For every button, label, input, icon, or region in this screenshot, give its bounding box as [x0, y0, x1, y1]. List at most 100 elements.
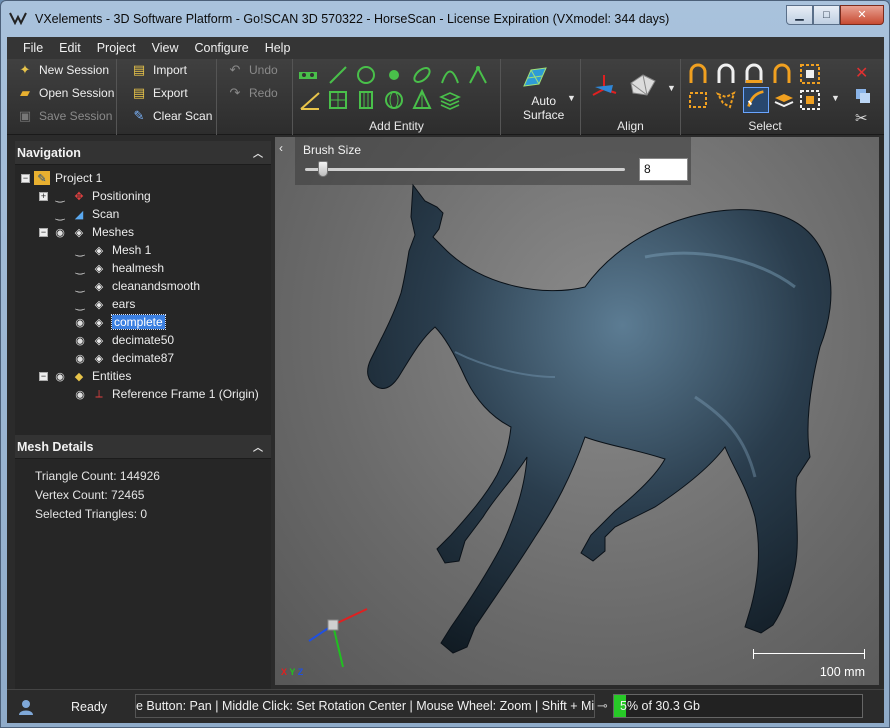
tree-node-reference-frame[interactable]: ◉ ⟂ Reference Frame 1 (Origin) — [72, 385, 259, 403]
tree-node-positioning[interactable]: + ‿ ✥ Positioning — [39, 187, 151, 205]
title-bar[interactable]: VXelements - 3D Software Platform - Go!S… — [1, 1, 889, 37]
brush-select-icon[interactable] — [743, 87, 769, 113]
eye-icon[interactable]: ◉ — [72, 388, 88, 401]
horse-mesh[interactable] — [315, 177, 855, 677]
app-window: VXelements - 3D Software Platform - Go!S… — [0, 0, 890, 728]
tree-node-complete[interactable]: ◉ ◈ complete — [72, 313, 166, 331]
redo-button[interactable]: ↷ Redo — [227, 85, 278, 101]
minimize-button[interactable]: ▁ — [786, 5, 813, 25]
close-button[interactable]: ✕ — [840, 5, 884, 25]
delete-icon[interactable]: ✕ — [855, 63, 868, 83]
hidden-eye-icon[interactable]: ‿ — [72, 298, 88, 311]
hidden-eye-icon[interactable]: ‿ — [52, 208, 68, 221]
auto-surface-label-1: Auto — [531, 94, 557, 108]
line-entity-icon[interactable] — [327, 64, 349, 86]
tree-node-mesh1[interactable]: ‿ ◈ Mesh 1 — [72, 241, 152, 259]
select-label: Select — [748, 119, 782, 133]
maximize-button[interactable]: □ — [813, 5, 840, 25]
user-icon[interactable] — [17, 698, 35, 716]
hidden-eye-icon[interactable]: ‿ — [72, 280, 88, 293]
open-session-button[interactable]: ▰ Open Session — [17, 85, 114, 101]
undo-button[interactable]: ↶ Undo — [227, 62, 278, 78]
tree-node-decimate50[interactable]: ◉ ◈ decimate50 — [72, 331, 174, 349]
copy-icon[interactable] — [854, 87, 872, 105]
tree-node-meshes[interactable]: − ◉ ◈ Meshes — [39, 223, 134, 241]
tree-node-ears[interactable]: ‿ ◈ ears — [72, 295, 136, 313]
tree-node-scan[interactable]: ‿ ◢ Scan — [52, 205, 120, 223]
align-dropdown-icon[interactable]: ▼ — [667, 83, 676, 93]
collapse-icon[interactable]: − — [21, 173, 30, 183]
tree-node-healmesh[interactable]: ‿ ◈ healmesh — [72, 259, 164, 277]
vertex-count: Vertex Count: 72465 — [35, 488, 145, 502]
collapse-icon[interactable]: − — [39, 371, 48, 381]
lasso-select-icon[interactable] — [715, 89, 737, 111]
select-grid-icon[interactable] — [799, 63, 821, 85]
polyline-entity-icon[interactable] — [467, 64, 489, 86]
3d-viewport[interactable]: ‹ Brush Size 8 X Y Z 100 mm — [275, 137, 879, 685]
clear-scan-button[interactable]: ✎ Clear Scan — [131, 108, 213, 124]
menu-project[interactable]: Project — [89, 41, 144, 55]
mesh-details-panel: Mesh Details ︿ Triangle Count: 144926 Ve… — [15, 435, 271, 524]
select-all-icon[interactable] — [771, 63, 793, 85]
import-button[interactable]: ▤ Import — [131, 62, 187, 78]
brush-size-label: Brush Size — [303, 143, 362, 157]
menu-help[interactable]: Help — [257, 41, 299, 55]
eye-icon[interactable]: ◉ — [72, 334, 88, 347]
cylinder-entity-icon[interactable] — [355, 89, 377, 111]
cone-entity-icon[interactable] — [411, 89, 433, 111]
tree-node-entities[interactable]: − ◉ ◆ Entities — [39, 367, 131, 385]
plane-entity-icon[interactable] — [327, 89, 349, 111]
hidden-eye-icon[interactable]: ‿ — [72, 244, 88, 257]
menu-edit[interactable]: Edit — [51, 41, 89, 55]
select-surface-icon[interactable] — [687, 63, 709, 85]
select-dropdown-icon[interactable]: ▼ — [831, 93, 840, 103]
menu-view[interactable]: View — [144, 41, 187, 55]
menu-file[interactable]: File — [15, 41, 51, 55]
tree-label-meshes: Meshes — [92, 225, 135, 239]
eye-icon[interactable]: ◉ — [52, 226, 68, 239]
point-entity-icon[interactable] — [383, 64, 405, 86]
save-session-button[interactable]: ▣ Save Session — [17, 108, 113, 124]
chevron-up-icon[interactable]: ︿ — [253, 439, 263, 454]
collapse-icon[interactable]: − — [39, 227, 48, 237]
eye-icon[interactable]: ◉ — [52, 370, 68, 383]
curve-entity-icon[interactable] — [439, 64, 461, 86]
ellipse-entity-icon[interactable] — [411, 64, 433, 86]
axis-x-label: X — [281, 667, 288, 677]
hidden-eye-icon[interactable]: ‿ — [72, 262, 88, 275]
tree-node-cleanandsmooth[interactable]: ‿ ◈ cleanandsmooth — [72, 277, 200, 295]
sphere-entity-icon[interactable] — [383, 89, 405, 111]
align-axes-icon[interactable] — [589, 71, 619, 101]
cut-icon[interactable]: ✂ — [855, 109, 868, 127]
export-button[interactable]: ▤ Export — [131, 85, 188, 101]
layers-entity-icon[interactable] — [439, 89, 461, 111]
invert-select-icon[interactable] — [799, 89, 821, 111]
tree-label-decimate87: decimate87 — [112, 351, 175, 365]
tree-node-decimate87[interactable]: ◉ ◈ decimate87 — [72, 349, 174, 367]
scale-label: 100 mm — [819, 665, 865, 679]
new-session-button[interactable]: ✦ New Session — [17, 62, 109, 78]
auto-surface-dropdown-icon[interactable]: ▼ — [567, 93, 576, 103]
align-mesh-icon[interactable] — [627, 69, 659, 101]
expand-icon[interactable]: + — [39, 191, 48, 201]
hidden-eye-icon[interactable]: ‿ — [52, 190, 68, 203]
brush-size-slider-thumb[interactable] — [318, 161, 328, 177]
circle-entity-icon[interactable] — [355, 64, 377, 86]
mesh-details-header[interactable]: Mesh Details ︿ — [15, 435, 271, 459]
select-through-icon[interactable] — [715, 63, 737, 85]
eye-icon[interactable]: ◉ — [72, 316, 88, 329]
auto-surface-button[interactable]: Auto Surface — [523, 94, 564, 122]
menu-configure[interactable]: Configure — [186, 41, 256, 55]
eye-icon[interactable]: ◉ — [72, 352, 88, 365]
navigation-header[interactable]: Navigation ︿ — [15, 141, 271, 165]
angle-entity-icon[interactable] — [299, 89, 321, 111]
chevron-up-icon[interactable]: ︿ — [253, 145, 263, 160]
rectangle-select-icon[interactable] — [687, 89, 709, 111]
brush-size-slider-track[interactable] — [305, 168, 625, 171]
select-visible-icon[interactable] — [743, 63, 765, 85]
scanner-entity-icon[interactable] — [297, 64, 319, 86]
chevron-left-icon[interactable]: ‹ — [279, 141, 283, 155]
layer-select-icon[interactable] — [773, 89, 795, 111]
auto-surface-icon[interactable] — [521, 64, 549, 92]
tree-node-project[interactable]: − ✎ Project 1 — [21, 169, 102, 187]
